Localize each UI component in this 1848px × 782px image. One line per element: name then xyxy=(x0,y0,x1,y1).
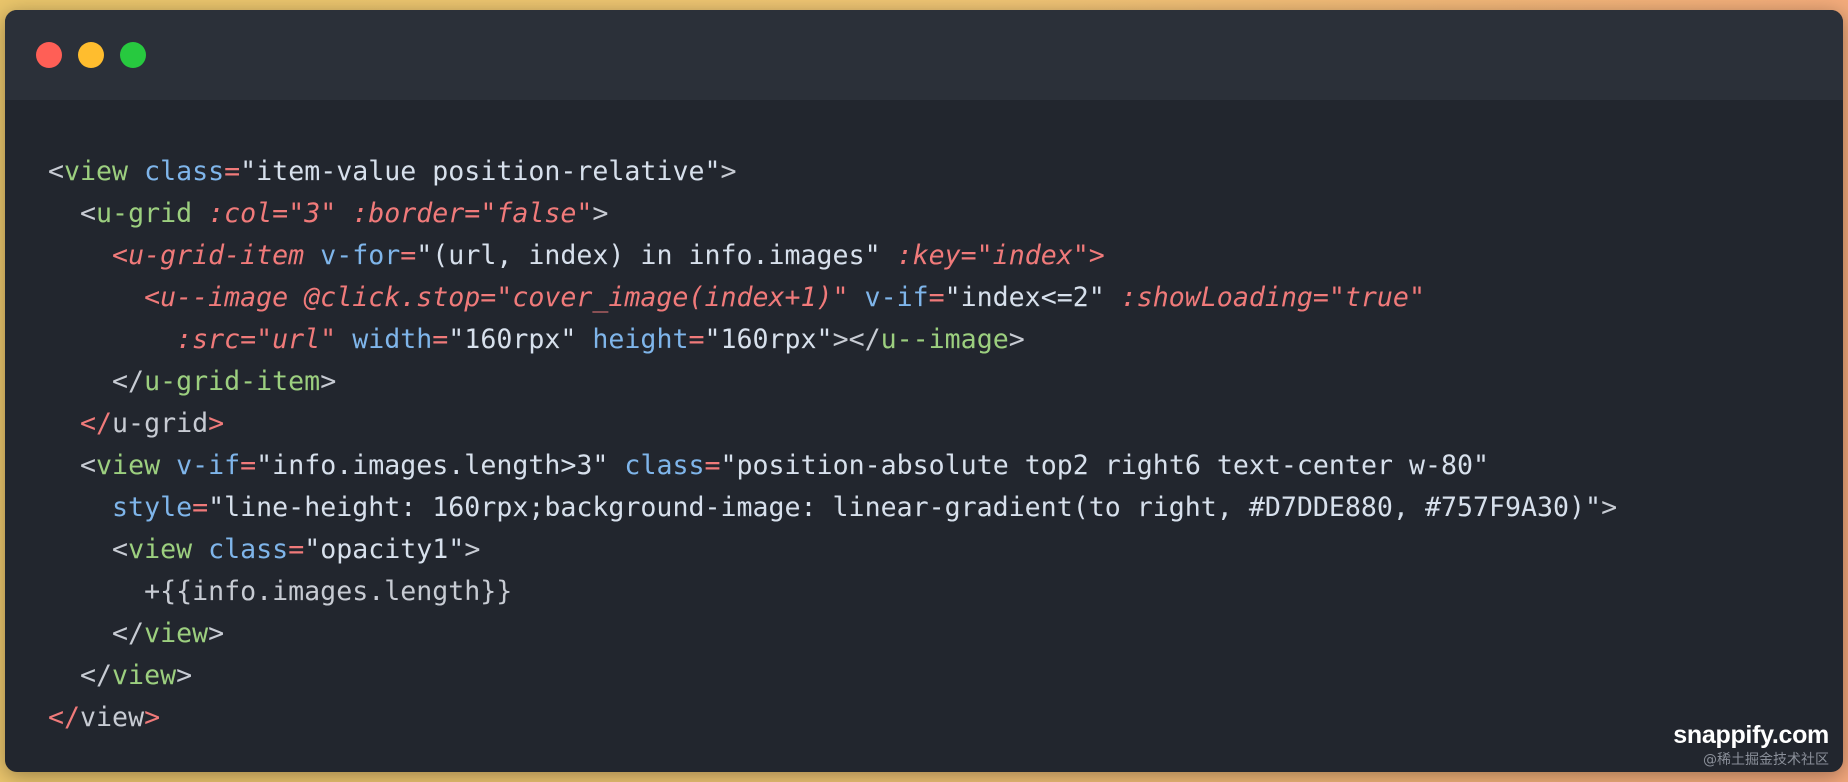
code-token: </ xyxy=(48,702,81,733)
code-window: <view class="item-value position-relativ… xyxy=(5,10,1843,772)
code-token: > xyxy=(464,534,481,565)
code-token: style xyxy=(48,492,193,523)
code-token: = xyxy=(288,534,305,565)
code-token: ></ xyxy=(832,324,881,355)
code-token: view xyxy=(96,450,161,481)
code-token: < xyxy=(48,450,97,481)
code-line: </u-grid> xyxy=(48,403,1617,445)
code-line: </u-grid-item> xyxy=(48,361,1617,403)
code-line: <view v-if="info.images.length>3" class=… xyxy=(48,445,1617,487)
code-token: = xyxy=(224,156,241,187)
code-token: u--image xyxy=(880,324,1009,355)
code-token: </ xyxy=(48,618,145,649)
code-line: <u-grid-item v-for="(url, index) in info… xyxy=(48,235,1617,277)
code-token: height xyxy=(576,324,689,355)
code-token: u-grid-item xyxy=(128,240,305,271)
code-line: </view> xyxy=(48,613,1617,655)
code-line: <view class="item-value position-relativ… xyxy=(48,151,1617,193)
code-token: view xyxy=(80,702,145,733)
code-token: > xyxy=(320,366,337,397)
code-token: "160rpx" xyxy=(704,324,833,355)
code-token: = xyxy=(240,450,257,481)
code-token: :key="index" xyxy=(880,240,1089,271)
brand-watermark: snappify.com xyxy=(1673,721,1829,749)
code-token: > xyxy=(208,618,225,649)
code-token: width xyxy=(336,324,433,355)
code-line: style="line-height: 160rpx;background-im… xyxy=(48,487,1617,529)
code-token: class xyxy=(192,534,289,565)
code-token: = xyxy=(704,450,721,481)
code-token: v-if xyxy=(848,282,929,313)
code-line: <u-grid :col="3" :border="false"> xyxy=(48,193,1617,235)
code-line: </view> xyxy=(48,655,1617,697)
code-token: > xyxy=(592,198,609,229)
code-token: > xyxy=(1601,492,1618,523)
maximize-dot-icon[interactable] xyxy=(120,42,146,68)
code-token: = xyxy=(688,324,705,355)
code-token: "position-absolute top2 right6 text-cent… xyxy=(720,450,1490,481)
code-token: class xyxy=(608,450,705,481)
code-token: = xyxy=(432,324,449,355)
code-token: "160rpx" xyxy=(448,324,577,355)
code-token: </ xyxy=(48,660,113,691)
code-token: :col="3" :border="false" xyxy=(192,198,593,229)
code-token: view xyxy=(64,156,129,187)
code-line: </view> xyxy=(48,697,1617,739)
code-token: = xyxy=(400,240,417,271)
code-token: > xyxy=(720,156,737,187)
code-token: "item-value position-relative" xyxy=(240,156,721,187)
code-token: "line-height: 160rpx;background-image: l… xyxy=(208,492,1602,523)
code-token: < xyxy=(48,198,97,229)
code-token: </ xyxy=(48,366,145,397)
code-token: > xyxy=(1088,240,1105,271)
code-token: < xyxy=(48,240,129,271)
code-token: > xyxy=(176,660,193,691)
code-token: class xyxy=(128,156,225,187)
code-line: :src="url" width="160rpx" height="160rpx… xyxy=(48,319,1617,361)
code-token: "index<=2" xyxy=(944,282,1105,313)
code-token: "info.images.length>3" xyxy=(256,450,609,481)
code-block: <view class="item-value position-relativ… xyxy=(48,151,1617,739)
code-token: = xyxy=(928,282,945,313)
code-token: v-if xyxy=(160,450,241,481)
code-token: :src="url" xyxy=(48,324,337,355)
code-token: = xyxy=(192,492,209,523)
code-token: > xyxy=(144,702,161,733)
code-token: "opacity1" xyxy=(304,534,465,565)
window-titlebar xyxy=(5,10,1843,100)
minimize-dot-icon[interactable] xyxy=(78,42,104,68)
code-token: u-grid xyxy=(112,408,209,439)
code-token: < xyxy=(48,156,65,187)
code-token: u-grid-item xyxy=(144,366,321,397)
code-token: view xyxy=(128,534,193,565)
code-token: +{{info.images.length}} xyxy=(48,576,513,607)
close-dot-icon[interactable] xyxy=(36,42,62,68)
credit-watermark: @稀土掘金技术社区 xyxy=(1703,752,1829,768)
code-line: <view class="opacity1"> xyxy=(48,529,1617,571)
code-token: </ xyxy=(48,408,113,439)
code-token: > xyxy=(1008,324,1025,355)
code-token: :showLoading="true" xyxy=(1104,282,1425,313)
code-line: <u--image @click.stop="cover_image(index… xyxy=(48,277,1617,319)
code-token: > xyxy=(208,408,225,439)
code-token: < xyxy=(48,282,161,313)
code-token: view xyxy=(112,660,177,691)
code-token: < xyxy=(48,534,129,565)
code-token: view xyxy=(144,618,209,649)
code-line: +{{info.images.length}} xyxy=(48,571,1617,613)
code-token: "(url, index) in info.images" xyxy=(416,240,881,271)
code-token: u--image @click.stop="cover_image(index+… xyxy=(160,282,849,313)
code-token: v-for xyxy=(304,240,401,271)
code-token: u-grid xyxy=(96,198,193,229)
